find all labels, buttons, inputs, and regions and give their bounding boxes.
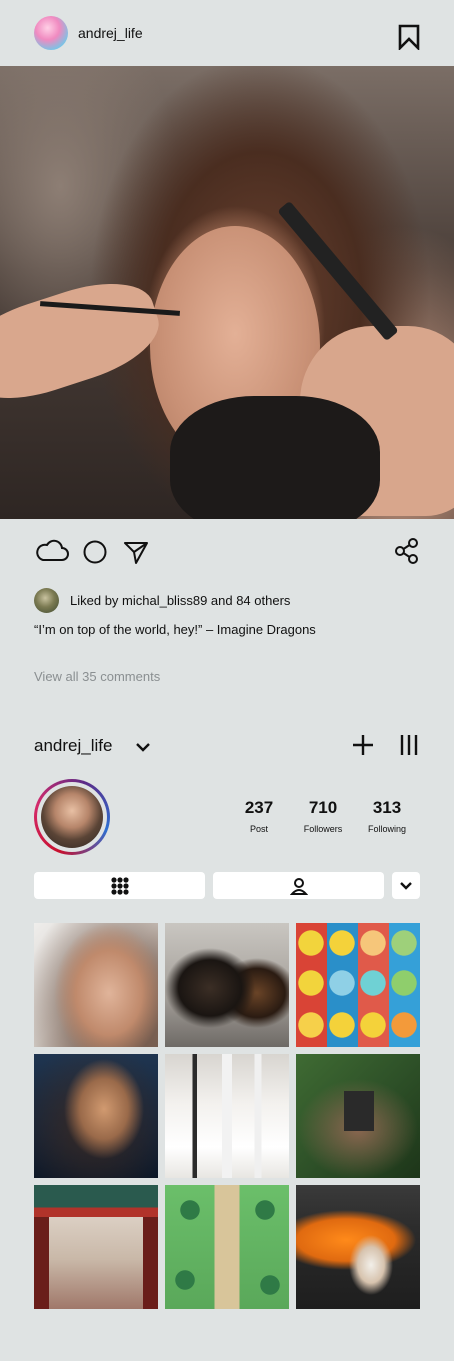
tab-more-dropdown[interactable] bbox=[392, 872, 420, 899]
grid-photo-dog-car[interactable] bbox=[296, 1185, 420, 1309]
profile-avatar[interactable] bbox=[34, 779, 110, 855]
grid-photo-cartoons[interactable] bbox=[296, 923, 420, 1047]
person-icon bbox=[289, 877, 308, 895]
tab-grid[interactable] bbox=[34, 872, 205, 899]
liker-avatar[interactable] bbox=[34, 587, 59, 613]
grid-photo-temple[interactable] bbox=[34, 1185, 158, 1309]
stat-posts[interactable]: 237 Post bbox=[224, 798, 294, 834]
post-caption: “I’m on top of the world, hey!” – Imagin… bbox=[34, 622, 316, 637]
bookmark-icon[interactable] bbox=[398, 24, 420, 50]
menu-icon[interactable] bbox=[400, 734, 418, 756]
send-icon[interactable] bbox=[122, 536, 150, 566]
chevron-down-icon bbox=[400, 881, 412, 890]
post-image[interactable] bbox=[0, 66, 454, 519]
grid-photo-phone-night[interactable] bbox=[34, 1054, 158, 1178]
circle-icon[interactable] bbox=[82, 536, 108, 566]
grid-photo-dogs[interactable] bbox=[165, 923, 289, 1047]
stat-following-label: Following bbox=[367, 824, 407, 834]
grid-photo-dancers[interactable] bbox=[165, 1054, 289, 1178]
plus-icon[interactable] bbox=[352, 734, 374, 756]
tab-tagged[interactable] bbox=[213, 872, 384, 899]
share-icon[interactable] bbox=[394, 536, 420, 566]
chevron-down-icon[interactable] bbox=[134, 738, 152, 756]
stat-followers-label: Followers bbox=[303, 824, 343, 834]
stat-following[interactable]: 313 Following bbox=[352, 798, 422, 834]
profile-header: andrej_life bbox=[34, 732, 420, 760]
grid-photo-pixel-game[interactable] bbox=[165, 1185, 289, 1309]
grid-photo-makeup[interactable] bbox=[34, 923, 158, 1047]
profile-username[interactable]: andrej_life bbox=[34, 736, 112, 756]
stat-posts-value: 237 bbox=[244, 798, 274, 817]
stat-followers[interactable]: 710 Followers bbox=[288, 798, 358, 834]
stat-followers-value: 710 bbox=[308, 798, 338, 817]
view-comments-link[interactable]: View all 35 comments bbox=[34, 669, 160, 684]
post-author-avatar[interactable] bbox=[34, 16, 68, 50]
stat-following-value: 313 bbox=[372, 798, 402, 817]
stat-posts-label: Post bbox=[249, 824, 268, 834]
grid-icon bbox=[110, 876, 129, 895]
likes-text[interactable]: Liked by michal_bliss89 and 84 others bbox=[70, 593, 290, 608]
post-author-username[interactable]: andrej_life bbox=[78, 25, 143, 41]
cloud-icon[interactable] bbox=[34, 536, 70, 566]
grid-photo-phone-garden[interactable] bbox=[296, 1054, 420, 1178]
post-header: andrej_life bbox=[0, 0, 454, 66]
post-action-bar bbox=[34, 536, 420, 568]
likes-row: Liked by michal_bliss89 and 84 others bbox=[34, 587, 290, 613]
